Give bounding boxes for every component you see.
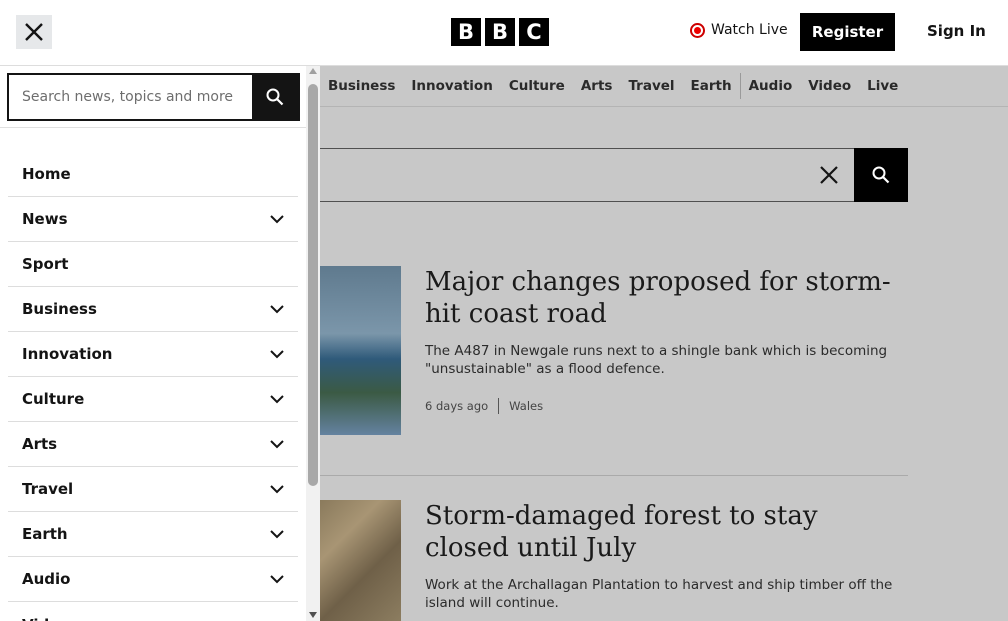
topnav-audio[interactable]: Audio — [749, 78, 793, 94]
article-thumbnail[interactable] — [320, 500, 401, 621]
menu-list: Home News Sport Business Innovation Culture Ar… — [8, 152, 298, 621]
menu-item-sport[interactable]: Sport — [8, 242, 298, 287]
topnav-video[interactable]: Video — [808, 78, 851, 94]
menu-item-label: Travel — [22, 480, 74, 498]
menu-item-label: News — [22, 210, 68, 228]
menu-item-label: Video — [22, 616, 70, 621]
menu-item-travel[interactable]: Travel — [8, 467, 298, 512]
article-title[interactable]: Storm-damaged forest to stay closed unti… — [425, 500, 905, 564]
chevron-down-icon[interactable] — [270, 349, 284, 359]
menu-item-home[interactable]: Home — [8, 152, 298, 197]
topnav-innovation[interactable]: Innovation — [411, 78, 492, 94]
chevron-down-icon[interactable] — [270, 214, 284, 224]
article-meta: 6 days ago Wales — [425, 398, 543, 414]
menu-item-earth[interactable]: Earth — [8, 512, 298, 557]
menu-item-arts[interactable]: Arts — [8, 422, 298, 467]
bbc-logo[interactable]: B B C — [451, 18, 549, 46]
chevron-down-icon[interactable] — [270, 304, 284, 314]
register-button[interactable]: Register — [800, 13, 895, 51]
article-section: Wales — [509, 399, 544, 413]
menu-item-label: Earth — [22, 525, 68, 543]
article-thumbnail[interactable] — [320, 266, 401, 435]
topnav-live[interactable]: Live — [867, 78, 898, 94]
site-header: B B C Watch Live Register Sign In — [0, 0, 1008, 66]
page-search-submit-button[interactable] — [854, 148, 908, 202]
watch-live-link[interactable]: Watch Live — [690, 22, 788, 38]
topnav-travel[interactable]: Travel — [628, 78, 674, 94]
topnav-culture[interactable]: Culture — [509, 78, 565, 94]
menu-item-innovation[interactable]: Innovation — [8, 332, 298, 377]
chevron-down-icon[interactable] — [270, 574, 284, 584]
meta-separator — [498, 398, 500, 414]
topnav-earth[interactable]: Earth — [691, 78, 732, 94]
chevron-down-icon[interactable] — [270, 529, 284, 539]
menu-item-label: Business — [22, 300, 97, 318]
live-dot-icon — [690, 22, 705, 38]
menu-item-business[interactable]: Business — [8, 287, 298, 332]
chevron-down-icon[interactable] — [270, 484, 284, 494]
article-title[interactable]: Major changes proposed for storm-hit coa… — [425, 266, 905, 330]
topnav-business[interactable]: Business — [328, 78, 395, 94]
scroll-down-arrow-icon[interactable] — [309, 612, 317, 618]
clear-search-button[interactable] — [814, 160, 844, 190]
topnav-divider — [739, 73, 741, 99]
article-summary: The A487 in Newgale runs next to a shing… — [425, 343, 888, 377]
menu-item-label: Arts — [22, 435, 58, 453]
article-summary: Work at the Archallagan Plantation to ha… — [425, 577, 893, 611]
top-navigation: Business Innovation Culture Arts Travel … — [320, 66, 1008, 107]
menu-divider — [0, 127, 306, 128]
menu-item-culture[interactable]: Culture — [8, 377, 298, 422]
menu-item-label: Sport — [22, 255, 69, 273]
search-icon — [872, 166, 890, 184]
chevron-down-icon[interactable] — [270, 394, 284, 404]
scroll-up-arrow-icon[interactable] — [309, 68, 317, 74]
article-time: 6 days ago — [425, 399, 489, 413]
menu-item-news[interactable]: News — [8, 197, 298, 242]
article-divider — [320, 475, 908, 476]
sign-in-link[interactable]: Sign In — [927, 22, 986, 40]
topnav-arts[interactable]: Arts — [581, 78, 613, 94]
menu-item-label: Culture — [22, 390, 85, 408]
menu-item-audio[interactable]: Audio — [8, 557, 298, 602]
menu-item-label: Home — [22, 165, 71, 183]
close-icon — [25, 23, 43, 41]
menu-search-input[interactable] — [9, 75, 253, 119]
menu-item-label: Innovation — [22, 345, 113, 363]
side-menu-drawer: Home News Sport Business Innovation Culture Ar… — [0, 66, 320, 621]
logo-letter-b2: B — [485, 18, 515, 46]
search-icon — [266, 88, 284, 106]
close-icon — [820, 166, 838, 184]
watch-live-label: Watch Live — [711, 22, 788, 38]
menu-search-button[interactable] — [252, 75, 298, 119]
close-menu-button[interactable] — [16, 15, 52, 49]
menu-scrollbar[interactable] — [306, 66, 320, 621]
menu-item-video[interactable]: Video — [8, 602, 298, 621]
logo-letter-c: C — [519, 18, 549, 46]
logo-letter-b1: B — [451, 18, 481, 46]
scroll-thumb[interactable] — [308, 84, 318, 486]
chevron-down-icon[interactable] — [270, 439, 284, 449]
menu-search-form — [7, 73, 300, 121]
menu-item-label: Audio — [22, 570, 71, 588]
